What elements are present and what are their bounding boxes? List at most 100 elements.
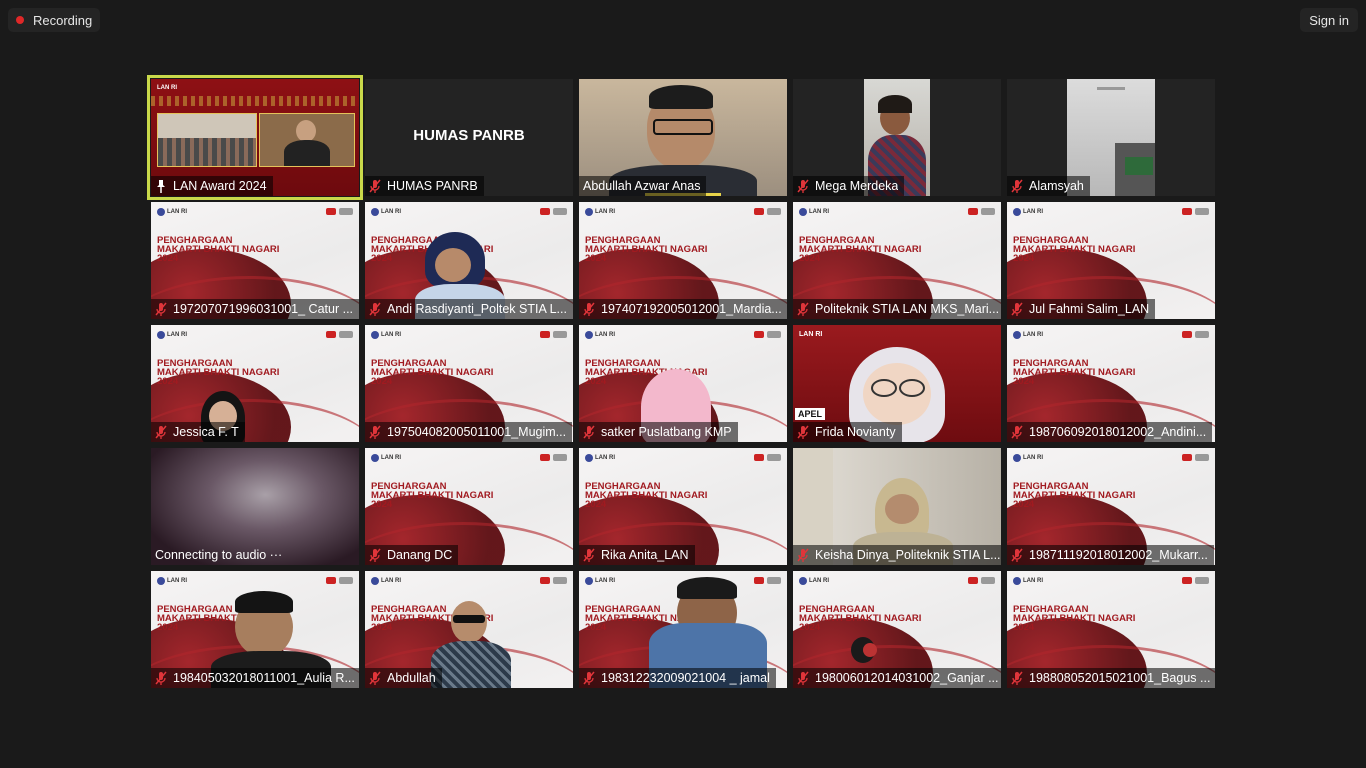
participant-name-bar: Abdullah Azwar Anas — [579, 176, 707, 196]
participant-name: LAN Award 2024 — [173, 179, 267, 193]
video-tile-participant[interactable]: LAN RI PENGHARGAANMAKARTI BHAKTI NAGARI2… — [365, 571, 573, 688]
participant-name: Danang DC — [387, 548, 453, 562]
video-tile-participant[interactable]: LAN RI PENGHARGAANMAKARTI BHAKTI NAGARI2… — [365, 202, 573, 319]
participant-name: Abdullah — [387, 671, 436, 685]
participant-name: 198808052015021001_Bagus ... — [1029, 671, 1211, 685]
muted-mic-icon — [1011, 302, 1023, 316]
muted-mic-icon — [369, 302, 381, 316]
participant-name: Frida Novianty — [815, 425, 896, 439]
participant-name: 197407192005012001_Mardia... — [601, 302, 782, 316]
sign-in-button[interactable]: Sign in — [1300, 8, 1358, 32]
participant-name-bar: Frida Novianty — [793, 422, 902, 442]
video-tile-participant[interactable]: LAN RI PENGHARGAANMAKARTI BHAKTI NAGARI2… — [793, 571, 1001, 688]
participant-name-bar: Jessica F. T — [151, 422, 245, 442]
participant-name-bar: 197207071996031001_ Catur ... — [151, 299, 359, 319]
muted-mic-icon — [1011, 548, 1023, 562]
muted-mic-icon — [797, 302, 809, 316]
participant-name: 198706092018012002_Andini... — [1029, 425, 1207, 439]
video-tile-participant[interactable]: LAN RI PENGHARGAANMAKARTI BHAKTI NAGARI2… — [151, 325, 359, 442]
participant-name: Keisha Dinya_Politeknik STIA L... — [815, 548, 1001, 562]
participant-name: 197504082005011001_Mugim... — [387, 425, 567, 439]
video-tile-mega-merdeka[interactable]: Mega Merdeka — [793, 79, 1001, 196]
participant-name: Mega Merdeka — [815, 179, 899, 193]
video-tile-keisha-dinya[interactable]: Keisha Dinya_Politeknik STIA L... — [793, 448, 1001, 565]
participant-name-bar: HUMAS PANRB — [365, 176, 484, 196]
sign-in-label: Sign in — [1309, 12, 1349, 28]
video-tile-participant[interactable]: LAN RI PENGHARGAANMAKARTI BHAKTI NAGARI2… — [579, 448, 787, 565]
video-tile-participant[interactable]: LAN RI PENGHARGAANMAKARTI BHAKTI NAGARI2… — [365, 325, 573, 442]
video-tile-humas-panrb[interactable]: HUMAS PANRB HUMAS PANRB — [365, 79, 573, 196]
participant-name: 198405032018011001_Aulia R... — [173, 671, 355, 685]
video-tile-lan-award[interactable]: LAN RI LAN Award 2024 — [147, 75, 363, 200]
participant-display-name: HUMAS PANRB — [413, 127, 525, 144]
video-tile-participant[interactable]: LAN RI PENGHARGAANMAKARTI BHAKTI NAGARI2… — [1007, 202, 1215, 319]
muted-mic-icon — [369, 179, 381, 193]
video-tile-participant[interactable]: LAN RI PENGHARGAANMAKARTI BHAKTI NAGARI2… — [1007, 571, 1215, 688]
muted-mic-icon — [797, 548, 809, 562]
recording-label: Recording — [33, 12, 93, 28]
participant-name-bar: 198405032018011001_Aulia R... — [151, 668, 359, 688]
recording-dot-icon — [16, 16, 24, 24]
participant-name-bar: satker Puslatbang KMP — [579, 422, 738, 442]
participant-name: Politeknik STIA LAN MKS_Mari... — [815, 302, 1000, 316]
participant-name-bar: 198006012014031002_Ganjar ... — [793, 668, 1001, 688]
participant-name: 198006012014031002_Ganjar ... — [815, 671, 999, 685]
participant-name-bar: 197504082005011001_Mugim... — [365, 422, 573, 442]
video-tile-frida-novianty[interactable]: LAN RI APEL Frida Novianty — [793, 325, 1001, 442]
muted-mic-icon — [797, 671, 809, 685]
participant-name: satker Puslatbang KMP — [601, 425, 732, 439]
participant-name: 198312232009021004 _ jamal — [601, 671, 770, 685]
participant-name: Andi Rasdiyanti_Poltek STIA L... — [387, 302, 567, 316]
participant-name-bar: Mega Merdeka — [793, 176, 905, 196]
muted-mic-icon — [369, 425, 381, 439]
participant-name-bar: Connecting to audio ··· — [151, 545, 288, 565]
video-tile-participant[interactable]: LAN RI PENGHARGAANMAKARTI BHAKTI NAGARI2… — [151, 202, 359, 319]
video-tile-participant[interactable]: LAN RI PENGHARGAANMAKARTI BHAKTI NAGARI2… — [1007, 448, 1215, 565]
participant-name: 198711192018012002_Mukarr... — [1029, 548, 1208, 562]
participant-name: 197207071996031001_ Catur ... — [173, 302, 354, 316]
participant-name-bar: Keisha Dinya_Politeknik STIA L... — [793, 545, 1001, 565]
muted-mic-icon — [155, 425, 167, 439]
video-tile-participant[interactable]: LAN RI PENGHARGAANMAKARTI BHAKTI NAGARI2… — [793, 202, 1001, 319]
video-tile-participant[interactable]: LAN RI PENGHARGAANMAKARTI BHAKTI NAGARI2… — [579, 202, 787, 319]
video-tile-participant[interactable]: LAN RI PENGHARGAANMAKARTI BHAKTI NAGARI2… — [1007, 325, 1215, 442]
participant-name-bar: LAN Award 2024 — [151, 176, 273, 196]
muted-mic-icon — [155, 671, 167, 685]
muted-mic-icon — [583, 671, 595, 685]
participant-name-bar: Rika Anita_LAN — [579, 545, 695, 565]
participant-name-bar: Danang DC — [365, 545, 459, 565]
muted-mic-icon — [1011, 671, 1023, 685]
lan-logo: LAN RI — [157, 85, 177, 91]
video-tile-participant[interactable]: LAN RI PENGHARGAANMAKARTI BHAKTI NAGARI2… — [579, 325, 787, 442]
muted-mic-icon — [583, 302, 595, 316]
participant-name-bar: Abdullah — [365, 668, 442, 688]
connecting-audio-status: Connecting to audio ··· — [155, 548, 283, 562]
video-tile-alamsyah[interactable]: Alamsyah — [1007, 79, 1215, 196]
video-tile-connecting[interactable]: Connecting to audio ··· — [151, 448, 359, 565]
muted-mic-icon — [155, 302, 167, 316]
video-tile-participant[interactable]: LAN RI PENGHARGAANMAKARTI BHAKTI NAGARI2… — [579, 571, 787, 688]
video-tile-participant[interactable]: LAN RI PENGHARGAANMAKARTI BHAKTI NAGARI2… — [151, 571, 359, 688]
participant-name: Abdullah Azwar Anas — [583, 179, 701, 193]
participant-name-bar: Alamsyah — [1007, 176, 1090, 196]
participant-name-bar: 198312232009021004 _ jamal — [579, 668, 776, 688]
muted-mic-icon — [369, 548, 381, 562]
muted-mic-icon — [583, 425, 595, 439]
muted-mic-icon — [583, 548, 595, 562]
apel-label: APEL — [795, 408, 826, 420]
participant-name-bar: Jul Fahmi Salim_LAN — [1007, 299, 1156, 319]
participant-name: Jessica F. T — [173, 425, 239, 439]
participant-name-bar: 198711192018012002_Mukarr... — [1007, 545, 1214, 565]
video-tile-abdullah-azwar-anas[interactable]: Abdullah Azwar Anas — [579, 79, 787, 196]
lan-logo: LAN RI — [799, 331, 823, 338]
participant-name-bar: 197407192005012001_Mardia... — [579, 299, 787, 319]
participant-name-bar: 198706092018012002_Andini... — [1007, 422, 1213, 442]
recording-indicator[interactable]: Recording — [8, 8, 101, 32]
participant-name: HUMAS PANRB — [387, 179, 478, 193]
video-tile-participant[interactable]: LAN RI PENGHARGAANMAKARTI BHAKTI NAGARI2… — [365, 448, 573, 565]
participant-name: Alamsyah — [1029, 179, 1084, 193]
participant-name: Jul Fahmi Salim_LAN — [1029, 302, 1150, 316]
muted-mic-icon — [797, 179, 809, 193]
muted-mic-icon — [1011, 425, 1023, 439]
muted-mic-icon — [1011, 179, 1023, 193]
